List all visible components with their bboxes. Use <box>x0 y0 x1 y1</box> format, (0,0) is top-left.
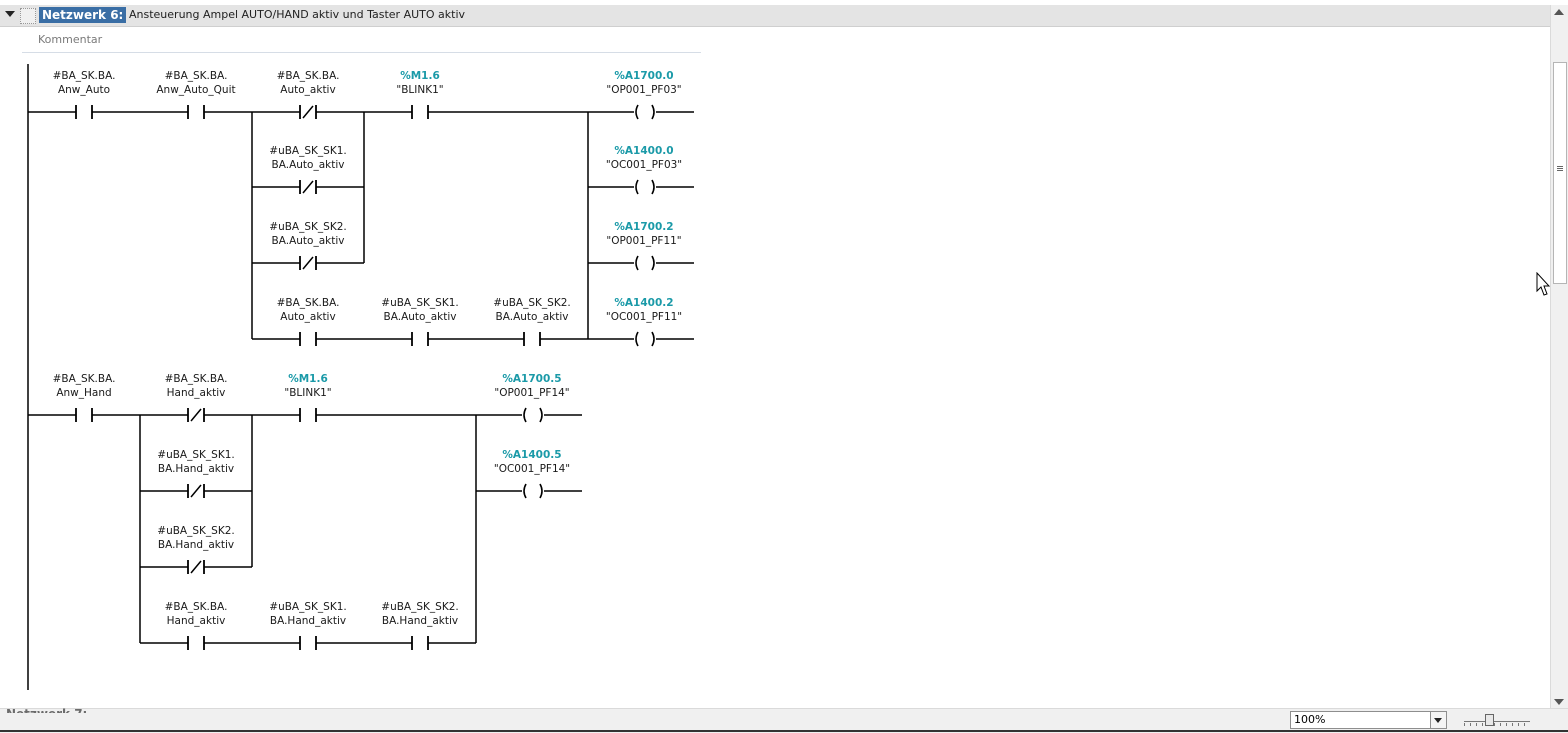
coil-operand-name: "OC001_PF14" <box>494 463 570 475</box>
scroll-down-arrow-icon[interactable] <box>1554 699 1564 705</box>
contact-nc[interactable] <box>187 560 205 574</box>
contact-operand-name: Auto_aktiv <box>280 84 335 96</box>
coil-address: %A1700.2 <box>614 221 673 233</box>
next-network-title[interactable]: Netzwerk 7: ... <box>6 706 105 713</box>
contact-no[interactable] <box>411 332 429 346</box>
contact-operand: #BA_SK.BA. <box>53 70 116 82</box>
contact-no[interactable] <box>523 332 541 346</box>
contact-operand: #uBA_SK_SK2. <box>157 525 234 537</box>
slider-ticks <box>1464 723 1530 726</box>
contact-operand-name: "BLINK1" <box>284 387 331 399</box>
contact-operand: #BA_SK.BA. <box>277 70 340 82</box>
contact-operand-name: "BLINK1" <box>396 84 443 96</box>
output-coil[interactable] <box>635 255 655 271</box>
grip-icon <box>1557 166 1563 167</box>
coil-address: %A1700.0 <box>614 70 673 82</box>
output-coil[interactable] <box>635 104 655 120</box>
contact-no[interactable] <box>75 408 93 422</box>
zoom-slider[interactable] <box>1462 711 1532 729</box>
contact-operand-name: Auto_aktiv <box>280 311 335 323</box>
coil-operand-name: "OC001_PF03" <box>606 159 682 171</box>
output-coil[interactable] <box>635 179 655 195</box>
contact-nc[interactable] <box>187 484 205 498</box>
contact-address: %M1.6 <box>288 373 328 385</box>
slider-handle[interactable] <box>1485 714 1494 726</box>
contact-operand: #uBA_SK_SK2. <box>493 297 570 309</box>
contact-operand-name: BA.Auto_aktiv <box>272 235 345 247</box>
contact-operand-name: BA.Hand_aktiv <box>382 615 458 627</box>
scrollbar-thumb[interactable] <box>1553 62 1567 284</box>
ladder-diagram: #BA_SK.BA. Anw_Auto #BA_SK.BA. Anw_Auto_Qui… <box>27 64 694 690</box>
contact-operand: #BA_SK.BA. <box>165 70 228 82</box>
zoom-select[interactable]: 100% <box>1290 711 1447 729</box>
contact-operand: #BA_SK.BA. <box>165 373 228 385</box>
contact-no[interactable] <box>75 105 93 119</box>
coil-operand-name: "OP001_PF14" <box>494 387 569 399</box>
contact-operand-name: Hand_aktiv <box>167 387 226 399</box>
contact-operand: #uBA_SK_SK1. <box>157 449 234 461</box>
slider-track <box>1464 721 1530 722</box>
contact-nc[interactable] <box>299 256 317 270</box>
contact-address: %M1.6 <box>400 70 440 82</box>
coil-address: %A1400.5 <box>502 449 561 461</box>
contact-operand-name: BA.Auto_aktiv <box>496 311 569 323</box>
contact-operand-name: BA.Auto_aktiv <box>384 311 457 323</box>
zoom-value: 100% <box>1294 713 1326 726</box>
contact-no[interactable] <box>187 636 205 650</box>
contact-operand-name: BA.Hand_aktiv <box>158 539 234 551</box>
coil-address: %A1400.2 <box>614 297 673 309</box>
scroll-up-arrow-icon[interactable] <box>1554 9 1564 15</box>
contact-operand-name: Anw_Auto <box>58 84 110 96</box>
coil-operand-name: "OC001_PF11" <box>606 311 682 323</box>
contact-operand: #uBA_SK_SK1. <box>269 145 346 157</box>
contact-operand-name: BA.Auto_aktiv <box>272 159 345 171</box>
contact-nc[interactable] <box>187 408 205 422</box>
contact-operand: #uBA_SK_SK1. <box>381 297 458 309</box>
output-coil[interactable] <box>523 483 543 499</box>
coil-operand-name: "OP001_PF03" <box>606 84 681 96</box>
contact-operand-name: Anw_Hand <box>56 387 111 399</box>
contact-no[interactable] <box>411 105 429 119</box>
contact-operand: #uBA_SK_SK2. <box>269 221 346 233</box>
output-coil[interactable] <box>523 407 543 423</box>
contact-operand: #BA_SK.BA. <box>277 297 340 309</box>
coil-address: %A1700.5 <box>502 373 561 385</box>
coil-operand-name: "OP001_PF11" <box>606 235 681 247</box>
contact-operand: #uBA_SK_SK2. <box>381 601 458 613</box>
contact-nc[interactable] <box>299 180 317 194</box>
contact-no[interactable] <box>299 408 317 422</box>
output-coil[interactable] <box>635 331 655 347</box>
mouse-cursor-icon <box>1536 272 1550 296</box>
contact-no[interactable] <box>299 332 317 346</box>
contact-operand-name: BA.Hand_aktiv <box>270 615 346 627</box>
contact-operand-name: Hand_aktiv <box>167 615 226 627</box>
vertical-scrollbar[interactable] <box>1550 5 1568 710</box>
contact-no[interactable] <box>187 105 205 119</box>
contact-no[interactable] <box>299 636 317 650</box>
contact-operand: #uBA_SK_SK1. <box>269 601 346 613</box>
coil-address: %A1400.0 <box>614 145 673 157</box>
contact-operand-name: BA.Hand_aktiv <box>158 463 234 475</box>
contact-no[interactable] <box>411 636 429 650</box>
contact-operand: #BA_SK.BA. <box>165 601 228 613</box>
contact-nc[interactable] <box>299 105 317 119</box>
chevron-down-icon[interactable] <box>1430 712 1446 728</box>
contact-operand-name: Anw_Auto_Quit <box>156 84 235 96</box>
contact-operand: #BA_SK.BA. <box>53 373 116 385</box>
